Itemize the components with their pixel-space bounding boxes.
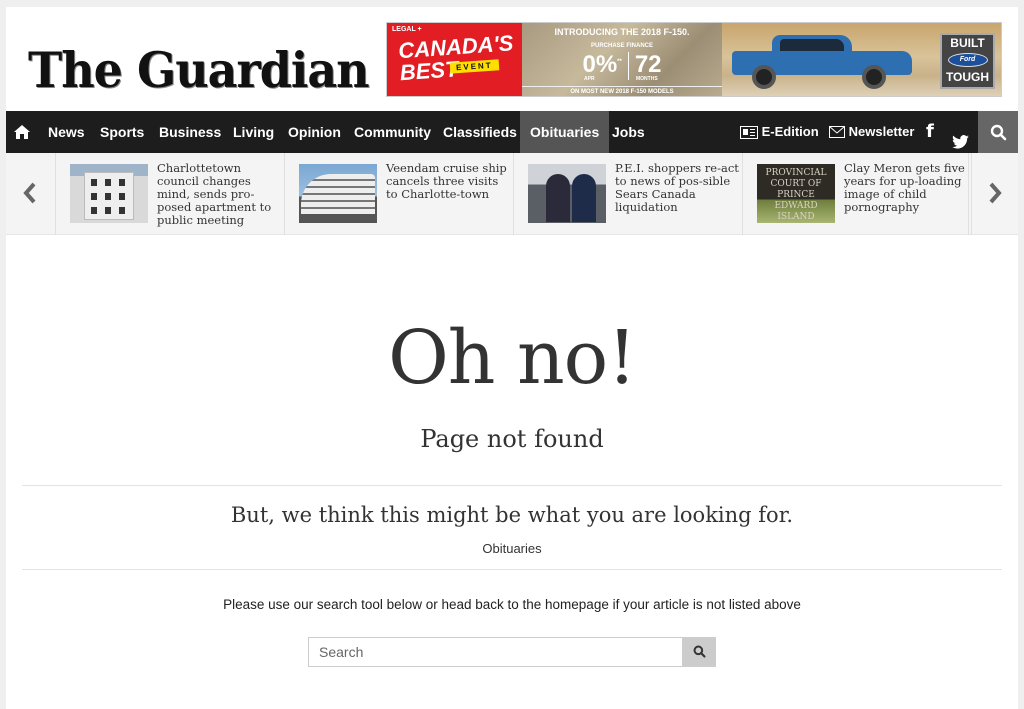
truck-image bbox=[732, 31, 917, 89]
suggestion-link-obituaries[interactable]: Obituaries bbox=[482, 541, 541, 556]
error-content: Oh no! Page not found But, we think this… bbox=[6, 235, 1018, 709]
newsletter-label: Newsletter bbox=[848, 124, 915, 139]
site-header: The Guardian LEGAL + CANADA'S BEST EVENT… bbox=[6, 7, 1018, 111]
nav-search-button[interactable] bbox=[978, 111, 1018, 153]
nav-item-living[interactable]: Living bbox=[233, 111, 274, 153]
divider bbox=[22, 569, 1002, 570]
nav-item-news[interactable]: News bbox=[48, 111, 85, 153]
error-heading: Oh no! bbox=[388, 315, 637, 401]
advertisement-banner[interactable]: LEGAL + CANADA'S BEST EVENT INTRODUCING … bbox=[386, 22, 1002, 97]
nav-eedition[interactable]: E-Edition bbox=[740, 111, 819, 153]
ad-rate: 0% bbox=[582, 51, 618, 78]
error-subheading: Page not found bbox=[420, 425, 604, 453]
carousel-item[interactable]: Veendam cruise ship cancels three visits… bbox=[285, 153, 514, 235]
divider bbox=[22, 485, 1002, 486]
facebook-icon[interactable]: f bbox=[926, 111, 934, 153]
ad-months: 72 bbox=[634, 51, 662, 78]
carousel-item[interactable]: PROVINCIAL COURT OF PRINCE EDWARD ISLAND… bbox=[743, 153, 972, 235]
suggestion-heading: But, we think this might be what you are… bbox=[230, 503, 794, 527]
ad-rate-sup: ** bbox=[617, 59, 622, 65]
chevron-right-icon bbox=[989, 182, 1002, 204]
nav-item-obituaries[interactable]: Obituaries bbox=[520, 111, 610, 153]
suggestion-list: Obituaries bbox=[6, 541, 1018, 556]
twitter-icon[interactable] bbox=[952, 123, 969, 149]
nav-item-business[interactable]: Business bbox=[159, 111, 221, 153]
ad-truck-panel: BUILT Ford TOUGH bbox=[722, 23, 1001, 96]
ad-red-panel: LEGAL + CANADA'S BEST EVENT bbox=[387, 23, 522, 96]
nav-newsletter[interactable]: Newsletter bbox=[829, 111, 914, 153]
ad-separator bbox=[627, 51, 629, 80]
ad-built: BUILT bbox=[950, 36, 985, 50]
nav-item-jobs[interactable]: Jobs bbox=[612, 111, 645, 153]
nav-item-opinion[interactable]: Opinion bbox=[288, 111, 341, 153]
nav-item-classifieds[interactable]: Classifieds bbox=[443, 111, 517, 153]
chevron-left-icon bbox=[23, 182, 36, 204]
news-carousel: Charlottetown council changes mind, send… bbox=[6, 153, 1018, 235]
nav-item-sports[interactable]: Sports bbox=[100, 111, 144, 153]
article-thumbnail: PROVINCIAL COURT OF PRINCE EDWARD ISLAND bbox=[757, 164, 835, 223]
ad-intro: INTRODUCING THE 2018 F-150. bbox=[554, 27, 690, 37]
home-icon bbox=[14, 125, 30, 139]
newspaper-icon bbox=[740, 126, 758, 139]
carousel-item[interactable]: Charlottetown council changes mind, send… bbox=[56, 153, 285, 235]
ad-offer-panel: INTRODUCING THE 2018 F-150. PURCHASE FIN… bbox=[522, 23, 722, 96]
envelope-icon bbox=[829, 126, 845, 138]
nav-item-community[interactable]: Community bbox=[354, 111, 431, 153]
article-thumbnail bbox=[299, 164, 377, 223]
ad-models: ON MOST NEW 2018 F-150 MODELS bbox=[522, 86, 722, 95]
nav-home[interactable] bbox=[6, 111, 40, 153]
carousel-item[interactable]: P.E.I. shoppers re-act to news of pos-si… bbox=[514, 153, 743, 235]
thumbnail-sign-text: PROVINCIAL COURT OF PRINCE EDWARD ISLAND bbox=[765, 168, 827, 222]
search-icon bbox=[990, 124, 1007, 141]
built-ford-tough-logo: BUILT Ford TOUGH bbox=[940, 33, 995, 89]
article-title: P.E.I. shoppers re-act to news of pos-si… bbox=[615, 161, 739, 214]
page: The Guardian LEGAL + CANADA'S BEST EVENT… bbox=[6, 7, 1018, 709]
ford-oval-logo: Ford bbox=[947, 53, 988, 67]
search-icon bbox=[693, 645, 706, 658]
ad-numbers: 0%** 72 bbox=[522, 49, 722, 80]
ad-headline: CANADA'S BEST bbox=[397, 30, 515, 86]
ad-tough: TOUGH bbox=[945, 70, 990, 84]
ad-legal-text: LEGAL + bbox=[392, 26, 422, 33]
ad-apr-label: APR bbox=[584, 76, 595, 82]
site-logo[interactable]: The Guardian bbox=[28, 42, 370, 99]
ad-months-label: MONTHS bbox=[636, 76, 658, 82]
article-thumbnail bbox=[528, 164, 606, 223]
eedition-label: E-Edition bbox=[761, 124, 819, 139]
main-nav: News Sports Business Living Opinion Comm… bbox=[6, 111, 1018, 153]
carousel-next-button[interactable] bbox=[968, 153, 1018, 235]
search-submit-button[interactable] bbox=[682, 637, 716, 667]
article-thumbnail bbox=[70, 164, 148, 223]
help-text: Please use our search tool below or head… bbox=[223, 597, 801, 612]
search-input[interactable] bbox=[308, 637, 684, 667]
carousel-prev-button[interactable] bbox=[6, 153, 56, 235]
article-title: Clay Meron gets five years for up-loadin… bbox=[844, 161, 965, 214]
article-title: Veendam cruise ship cancels three visits… bbox=[386, 161, 507, 201]
article-title: Charlottetown council changes mind, send… bbox=[157, 161, 272, 227]
